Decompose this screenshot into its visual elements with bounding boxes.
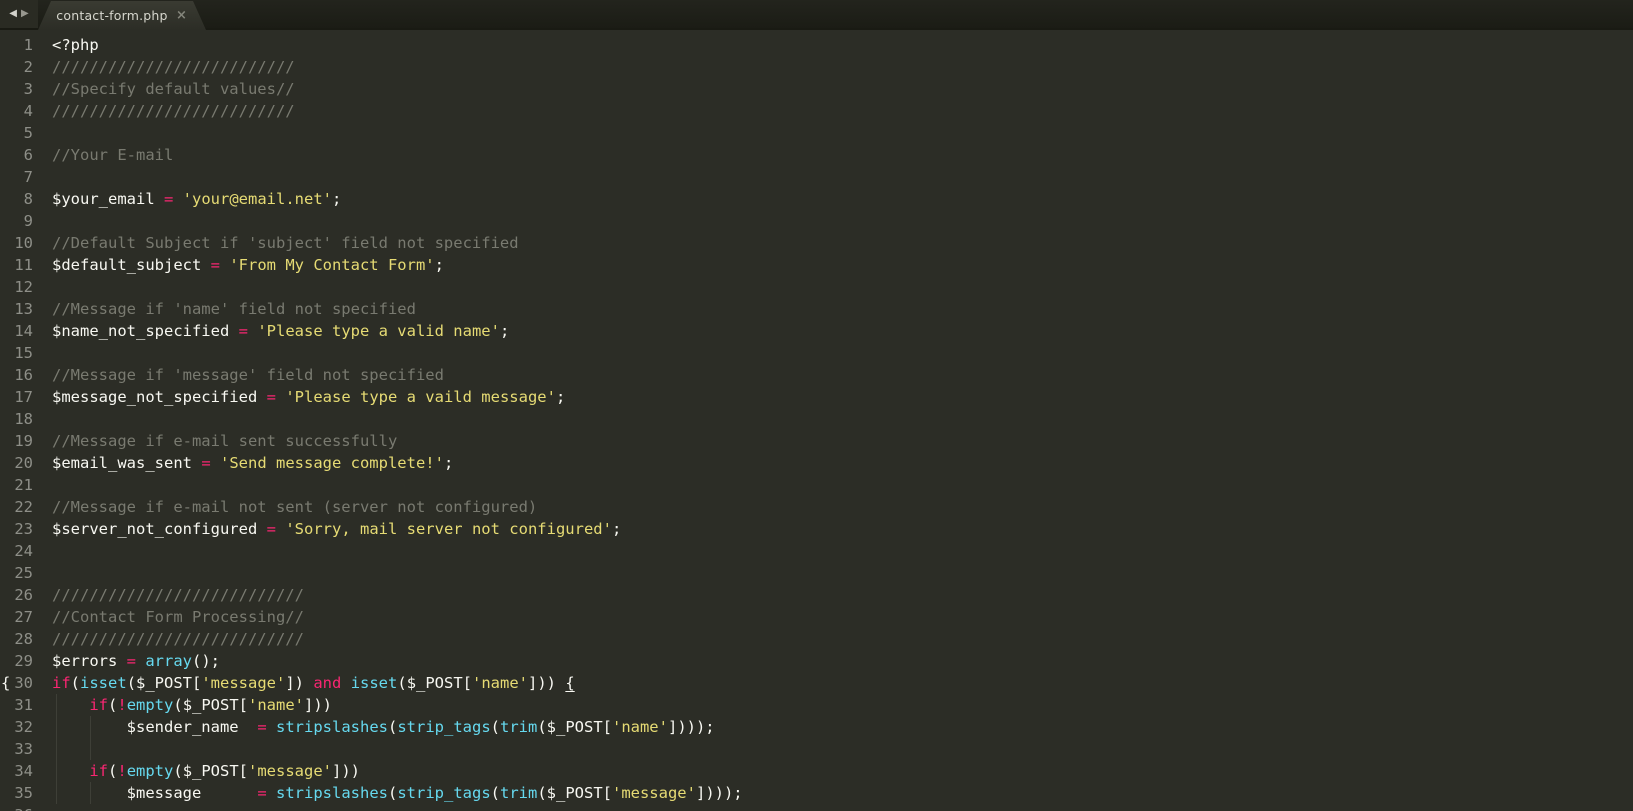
indent-guide: [90, 716, 91, 738]
line-number: 19: [0, 430, 33, 452]
indent-guide: [90, 738, 91, 760]
line-number: 7: [0, 166, 33, 188]
line-number: 21: [0, 474, 33, 496]
line-number: 12: [0, 276, 33, 298]
line-number: 28: [0, 628, 33, 650]
line-number: 5: [0, 122, 33, 144]
line-number: 14: [0, 320, 33, 342]
code-line[interactable]: 26///////////////////////////: [0, 584, 1490, 606]
code-line[interactable]: {30if(isset($_POST['message']) and isset…: [0, 672, 1490, 694]
line-number: 18: [0, 408, 33, 430]
line-number: 15: [0, 342, 33, 364]
code-line[interactable]: 19//Message if e-mail sent successfully: [0, 430, 1490, 452]
code-line[interactable]: 23$server_not_configured = 'Sorry, mail …: [0, 518, 1490, 540]
code-line[interactable]: 32 $sender_name = stripslashes(strip_tag…: [0, 716, 1490, 738]
line-number: 11: [0, 254, 33, 276]
line-number: 4: [0, 100, 33, 122]
line-number: 25: [0, 562, 33, 584]
indent-guide: [56, 716, 57, 738]
line-number: 2: [0, 56, 33, 78]
code-line[interactable]: 12: [0, 276, 1490, 298]
code-line[interactable]: 10//Default Subject if 'subject' field n…: [0, 232, 1490, 254]
code-line[interactable]: 24: [0, 540, 1490, 562]
line-number: 34: [0, 760, 33, 782]
gutter-brace-indicator: {: [1, 672, 10, 694]
code-line[interactable]: 33: [0, 738, 1490, 760]
code-line[interactable]: 31 if(!empty($_POST['name'])): [0, 694, 1490, 716]
line-number: 26: [0, 584, 33, 606]
code-line[interactable]: 17$message_not_specified = 'Please type …: [0, 386, 1490, 408]
line-number: 16: [0, 364, 33, 386]
nav-history-group: ◀ ▶: [0, 0, 38, 28]
line-number: 33: [0, 738, 33, 760]
tab-bar: ◀ ▶ contact-form.php ×: [0, 0, 1633, 30]
line-number: 32: [0, 716, 33, 738]
line-number: 10: [0, 232, 33, 254]
code-line[interactable]: 22//Message if e-mail not sent (server n…: [0, 496, 1490, 518]
line-number: 13: [0, 298, 33, 320]
code-line[interactable]: 8$your_email = 'your@email.net';: [0, 188, 1490, 210]
code-line[interactable]: 35 $message = stripslashes(strip_tags(tr…: [0, 782, 1490, 804]
tab-contact-form-php[interactable]: contact-form.php ×: [38, 1, 206, 30]
code-line[interactable]: 28///////////////////////////: [0, 628, 1490, 650]
line-number: 6: [0, 144, 33, 166]
close-icon[interactable]: ×: [176, 8, 206, 23]
code-line[interactable]: 6//Your E-mail: [0, 144, 1490, 166]
code-line[interactable]: 1<?php: [0, 34, 1490, 56]
indent-guide: [56, 782, 57, 804]
line-number: 35: [0, 782, 33, 804]
line-number: 29: [0, 650, 33, 672]
code-line[interactable]: 20$email_was_sent = 'Send message comple…: [0, 452, 1490, 474]
line-number: 36: [0, 804, 33, 811]
code-line[interactable]: 4//////////////////////////: [0, 100, 1490, 122]
line-number: 22: [0, 496, 33, 518]
indent-guide: [56, 760, 57, 782]
code-line[interactable]: 27//Contact Form Processing//: [0, 606, 1490, 628]
code-area[interactable]: 1<?php2//////////////////////////3//Spec…: [0, 34, 1490, 811]
code-line[interactable]: 14$name_not_specified = 'Please type a v…: [0, 320, 1490, 342]
code-line[interactable]: 11$default_subject = 'From My Contact Fo…: [0, 254, 1490, 276]
forward-icon[interactable]: ▶: [21, 0, 29, 28]
indent-guide: [56, 694, 57, 716]
editor-pane[interactable]: 1<?php2//////////////////////////3//Spec…: [0, 30, 1633, 811]
line-number: 9: [0, 210, 33, 232]
minimap[interactable]: [1505, 36, 1627, 204]
line-number: 20: [0, 452, 33, 474]
line-number: 17: [0, 386, 33, 408]
line-number: 31: [0, 694, 33, 716]
line-number: 23: [0, 518, 33, 540]
code-line[interactable]: 25: [0, 562, 1490, 584]
line-number: 24: [0, 540, 33, 562]
back-icon[interactable]: ◀: [9, 0, 17, 28]
code-line[interactable]: 21: [0, 474, 1490, 496]
line-number: 8: [0, 188, 33, 210]
code-line[interactable]: 9: [0, 210, 1490, 232]
code-line[interactable]: 36: [0, 804, 1490, 811]
code-line[interactable]: 29$errors = array();: [0, 650, 1490, 672]
code-line[interactable]: 18: [0, 408, 1490, 430]
tab-title: contact-form.php: [38, 8, 176, 23]
code-line[interactable]: 16//Message if 'message' field not speci…: [0, 364, 1490, 386]
code-line[interactable]: 5: [0, 122, 1490, 144]
indent-guide: [56, 738, 57, 760]
code-line[interactable]: 13//Message if 'name' field not specifie…: [0, 298, 1490, 320]
line-number: 27: [0, 606, 33, 628]
code-line[interactable]: 3//Specify default values//: [0, 78, 1490, 100]
code-line[interactable]: 15: [0, 342, 1490, 364]
line-number: 3: [0, 78, 33, 100]
line-number: 1: [0, 34, 33, 56]
code-line[interactable]: 2//////////////////////////: [0, 56, 1490, 78]
code-line[interactable]: 7: [0, 166, 1490, 188]
indent-guide: [90, 782, 91, 804]
code-line[interactable]: 34 if(!empty($_POST['message'])): [0, 760, 1490, 782]
